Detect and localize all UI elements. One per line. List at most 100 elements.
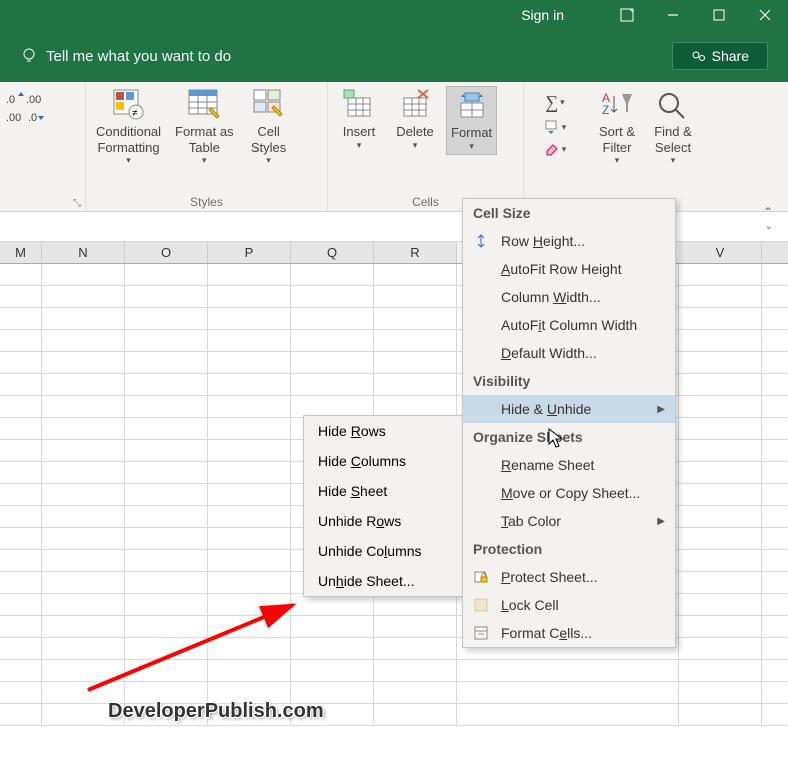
row-height-item[interactable]: Row Height...	[463, 227, 675, 255]
protect-sheet-item[interactable]: Protect Sheet...	[463, 563, 675, 591]
unhide-columns-item[interactable]: Unhide Columns	[304, 536, 462, 566]
autofit-column-width-item[interactable]: AutoFit Column Width	[463, 311, 675, 339]
find-select-button[interactable]: Find & Select ▾	[648, 86, 698, 168]
btn-label: Delete	[396, 124, 434, 140]
close-button[interactable]	[742, 0, 788, 30]
lock-cell-item[interactable]: Lock Cell	[463, 591, 675, 619]
watermark: DeveloperPublish.com	[108, 700, 324, 723]
sort-filter-button[interactable]: AZ Sort & Filter ▾	[592, 86, 642, 168]
ribbon-group-styles: ≠ Conditional Formatting ▾ Format as Tab…	[86, 82, 328, 211]
ribbon-group-autosum: ∑ ▾ ▾ ▾	[524, 82, 586, 211]
maximize-button[interactable]	[696, 0, 742, 30]
default-width-item[interactable]: Default Width...	[463, 339, 675, 367]
menu-item-label: AutoFit Row Height	[501, 261, 622, 277]
svg-text:Z: Z	[602, 103, 609, 117]
autosum-button[interactable]: ∑ ▾	[545, 92, 564, 113]
menu-item-label: Hide & Unhide	[501, 401, 591, 417]
eraser-icon	[544, 141, 560, 157]
cell-styles-button[interactable]: Cell Styles ▾	[244, 86, 294, 168]
rename-sheet-item[interactable]: Rename Sheet	[463, 451, 675, 479]
ribbon-group-editing: AZ Sort & Filter ▾ Find & Select ▾	[586, 82, 704, 211]
unhide-rows-item[interactable]: Unhide Rows	[304, 506, 462, 536]
chevron-down-icon: ▾	[126, 155, 131, 166]
share-label: Share	[712, 48, 749, 64]
group-label	[6, 209, 79, 211]
move-copy-sheet-item[interactable]: Move or Copy Sheet...	[463, 479, 675, 507]
tellme-placeholder: Tell me what you want to do	[46, 48, 231, 65]
svg-text:.0: .0	[6, 94, 15, 106]
submenu-arrow-icon: ▶	[657, 404, 665, 415]
menu-item-label: Unhide Columns	[318, 543, 422, 559]
tab-color-item[interactable]: Tab Color ▶	[463, 507, 675, 535]
column-width-item[interactable]: Column Width...	[463, 283, 675, 311]
menu-item-label: Unhide Rows	[318, 513, 401, 529]
menu-section-organize: Organize Sheets	[463, 423, 675, 451]
menu-item-label: Format Cells...	[501, 625, 592, 641]
format-button[interactable]: Format ▾	[446, 86, 497, 155]
autofit-row-height-item[interactable]: AutoFit Row Height	[463, 255, 675, 283]
insert-cells-icon	[342, 88, 376, 122]
conditional-formatting-icon: ≠	[112, 88, 146, 122]
table-icon	[187, 88, 221, 122]
lock-cell-icon	[473, 597, 489, 613]
btn-label: Conditional Formatting	[96, 124, 161, 155]
svg-text:.00: .00	[6, 112, 21, 124]
menu-item-label: Lock Cell	[501, 597, 559, 613]
col-header[interactable]: P	[208, 242, 291, 263]
btn-label: Sort & Filter	[599, 124, 635, 155]
formula-bar-expand-icon[interactable]: ⌄	[765, 221, 773, 232]
menu-item-label: Row Height...	[501, 233, 585, 249]
conditional-formatting-button[interactable]: ≠ Conditional Formatting ▾	[92, 86, 165, 168]
col-header[interactable]: Q	[291, 242, 374, 263]
clear-button[interactable]: ▾	[544, 141, 567, 157]
menu-item-label: Protect Sheet...	[501, 569, 598, 585]
cell-styles-icon	[252, 88, 286, 122]
menu-item-label: Default Width...	[501, 345, 597, 361]
decrease-decimal-icon[interactable]: .00.0	[6, 110, 46, 124]
btn-label: Find & Select	[654, 124, 692, 155]
signin-link[interactable]: Sign in	[521, 7, 564, 23]
ribbon: .0.00 .00.0 ⤡ ≠ Conditional Formatting ▾…	[0, 82, 788, 212]
col-header[interactable]: M	[0, 242, 42, 263]
menu-section-cellsize: Cell Size	[463, 199, 675, 227]
group-label: Styles	[92, 195, 321, 211]
format-cells-item[interactable]: Format Cells...	[463, 619, 675, 647]
col-header[interactable]: R	[374, 242, 457, 263]
hide-unhide-submenu: Hide Rows Hide Columns Hide Sheet Unhide…	[303, 415, 463, 597]
menu-item-label: Hide Rows	[318, 423, 386, 439]
chevron-down-icon: ▾	[202, 155, 207, 166]
insert-button[interactable]: Insert ▾	[334, 86, 384, 153]
submenu-arrow-icon: ▶	[657, 516, 665, 527]
col-header[interactable]: V	[679, 242, 762, 263]
chevron-down-icon: ▾	[266, 155, 271, 166]
hide-sheet-item[interactable]: Hide Sheet	[304, 476, 462, 506]
menu-item-label: Tab Color	[501, 513, 561, 529]
titlebar: Sign in	[0, 0, 788, 30]
hide-columns-item[interactable]: Hide Columns	[304, 446, 462, 476]
format-as-table-button[interactable]: Format as Table ▾	[171, 86, 238, 168]
hide-unhide-item[interactable]: Hide & Unhide ▶	[463, 395, 675, 423]
col-header[interactable]: O	[125, 242, 208, 263]
menu-item-label: Hide Columns	[318, 453, 406, 469]
sort-filter-icon: AZ	[600, 88, 634, 122]
fill-button[interactable]: ▾	[544, 119, 567, 135]
unhide-sheet-item[interactable]: Unhide Sheet...	[304, 566, 462, 596]
chevron-down-icon: ▾	[671, 155, 676, 166]
dialog-launcher-icon[interactable]: ⤡	[73, 198, 81, 209]
delete-button[interactable]: Delete ▾	[390, 86, 440, 153]
ribbon-display-options[interactable]	[604, 0, 650, 30]
format-dropdown-menu: Cell Size Row Height... AutoFit Row Heig…	[462, 198, 676, 648]
ribbon-group-cells: Insert ▾ Delete ▾ Format ▾ Cells	[328, 82, 524, 211]
btn-label: Insert	[343, 124, 376, 140]
tellme-search[interactable]: Tell me what you want to do	[20, 47, 231, 65]
hide-rows-item[interactable]: Hide Rows	[304, 416, 462, 446]
chevron-down-icon: ▾	[413, 140, 418, 151]
menu-item-label: Rename Sheet	[501, 457, 594, 473]
share-button[interactable]: Share	[672, 42, 768, 70]
increase-decimal-icon[interactable]: .0.00	[6, 92, 46, 106]
menu-item-label: Column Width...	[501, 289, 601, 305]
lightbulb-icon	[20, 47, 38, 65]
col-header[interactable]: N	[42, 242, 125, 263]
collapse-ribbon-icon[interactable]: ⌃	[763, 205, 773, 219]
minimize-button[interactable]	[650, 0, 696, 30]
